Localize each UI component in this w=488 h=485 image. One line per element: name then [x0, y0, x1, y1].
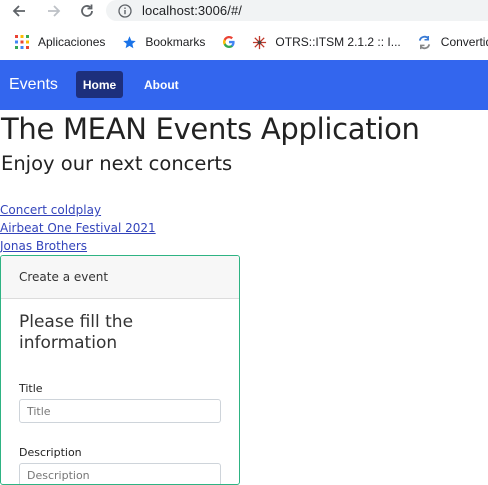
card-header: Create a event — [1, 256, 239, 299]
event-list: Concert coldplay Airbeat One Festival 20… — [0, 201, 156, 255]
back-button[interactable] — [8, 0, 30, 22]
event-link[interactable]: Airbeat One Festival 2021 — [0, 219, 156, 237]
bookmark-google[interactable] — [221, 34, 237, 50]
bookmark-convertidor[interactable]: Convertidor — [417, 34, 488, 50]
apps-grid-icon — [14, 34, 30, 50]
bookmark-apps[interactable]: Aplicaciones — [14, 34, 105, 50]
bookmark-label: OTRS::ITSM 2.1.2 :: I... — [275, 35, 401, 49]
title-label: Title — [19, 382, 43, 395]
bookmark-bookmarks[interactable]: Bookmarks — [121, 34, 205, 50]
url-text: localhost:3006/#/ — [142, 3, 242, 18]
nav-about-link[interactable]: About — [136, 71, 187, 98]
form-heading: Please fill the information — [19, 312, 134, 353]
description-label: Description — [19, 446, 82, 459]
page-subtitle: Enjoy our next concerts — [1, 152, 233, 175]
nav-home-link[interactable]: Home — [76, 71, 123, 98]
browser-toolbar: localhost:3006/#/ — [0, 0, 488, 24]
bookmark-label: Aplicaciones — [38, 35, 106, 49]
description-input[interactable] — [19, 463, 221, 484]
reload-button[interactable] — [76, 0, 98, 22]
brand-link[interactable]: Events — [9, 60, 58, 110]
bookmark-label: Convertidor — [440, 35, 488, 49]
app-navbar: Events Home About — [0, 60, 488, 110]
bookmarks-bar: Aplicaciones Bookmarks OTRS::ITSM 2.1.2 — [0, 28, 488, 56]
otrs-icon — [251, 34, 267, 50]
arrow-left-icon — [12, 5, 25, 17]
create-event-card: Create a event Please fill the informati… — [0, 255, 240, 485]
title-input[interactable] — [19, 399, 221, 423]
forward-button[interactable] — [43, 0, 65, 22]
page-title: The MEAN Events Application — [1, 112, 420, 146]
reload-icon — [81, 4, 93, 17]
event-link[interactable]: Concert coldplay — [0, 201, 156, 219]
address-bar[interactable]: localhost:3006/#/ — [106, 0, 488, 21]
bookmark-label: Bookmarks — [145, 35, 206, 49]
bookmark-otrs[interactable]: OTRS::ITSM 2.1.2 :: I... — [251, 34, 401, 50]
converter-icon — [417, 34, 433, 50]
arrow-right-icon — [48, 5, 61, 17]
google-icon — [221, 34, 237, 50]
star-icon — [121, 34, 137, 50]
event-link[interactable]: Jonas Brothers — [0, 237, 156, 255]
info-icon[interactable] — [118, 3, 132, 18]
